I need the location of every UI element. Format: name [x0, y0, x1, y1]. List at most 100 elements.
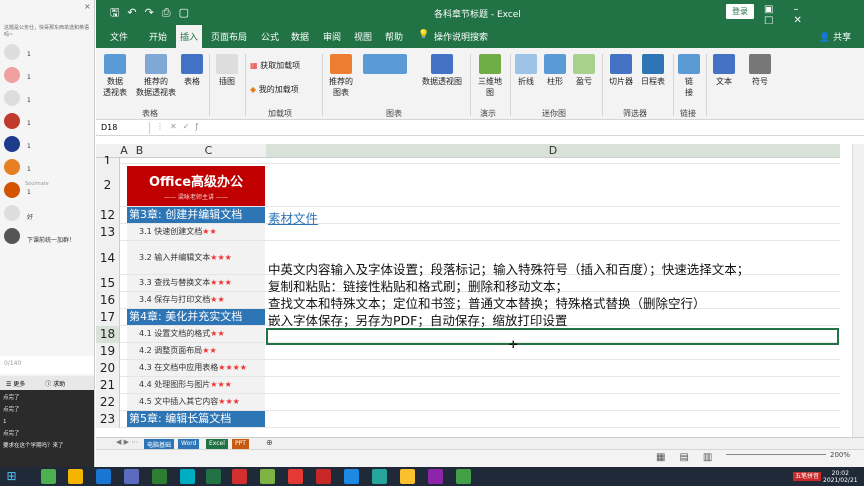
section-cell[interactable]: 4.5 文中插入其它内容★★★ [127, 394, 265, 410]
3d-map-button[interactable]: 三维地 图 [474, 54, 506, 98]
windows-start-icon[interactable]: ⊞ [4, 469, 19, 484]
tab-file[interactable]: 文件 [110, 30, 128, 43]
recommended-pivot-button[interactable]: 推荐的 数据透视表 [133, 54, 179, 98]
app-icon-13[interactable] [428, 469, 443, 484]
close-icon[interactable]: × [84, 3, 91, 11]
recommended-charts-button[interactable]: 推荐的 图表 [326, 54, 356, 98]
row-header[interactable]: 16 [96, 292, 120, 309]
formula-icons[interactable]: ⋮✕✓ƒ [156, 122, 204, 131]
row-header[interactable]: 13 [96, 224, 120, 241]
chat-input[interactable]: 0/140 [0, 356, 94, 374]
tab-view[interactable]: 视图 [354, 30, 372, 43]
row-header[interactable]: 14 [96, 241, 120, 275]
sheet-tab-computer[interactable]: 电脑基础 [144, 439, 175, 449]
app-icon-7[interactable] [260, 469, 275, 484]
app-icon-1[interactable] [41, 469, 56, 484]
app-icon-4[interactable] [152, 469, 167, 484]
sheet-tab-word[interactable]: Word [178, 439, 200, 449]
quick-access-icons[interactable]: 🖫↶↷⎙▢ [110, 4, 197, 23]
text-button[interactable]: 文本 [710, 54, 738, 87]
excel-taskbar-icon[interactable] [206, 469, 221, 484]
row-header[interactable]: 19 [96, 343, 120, 360]
zoom-slider[interactable] [726, 454, 826, 455]
row-header[interactable]: 15 [96, 275, 120, 292]
tab-page-layout[interactable]: 页面布局 [211, 30, 247, 43]
tab-home[interactable]: 开始 [149, 30, 167, 43]
app-icon-11[interactable] [372, 469, 387, 484]
row-header[interactable]: 17 [96, 309, 120, 326]
add-sheet-icon[interactable]: ⊕ [266, 438, 273, 447]
sparkline-line-button[interactable]: 折线 [514, 54, 538, 87]
chapter-cell[interactable]: 第5章: 编辑长篇文档 [127, 411, 265, 427]
pivot-chart-button[interactable]: 数据透视图 [418, 54, 466, 87]
app-icon-6[interactable] [232, 469, 247, 484]
sheet-tab-ppt[interactable]: PPT [232, 439, 249, 449]
ime-indicator[interactable]: 五笔拼音 [793, 472, 822, 481]
my-addins-button[interactable]: ◆ 我的加载项 [250, 84, 299, 95]
sheet-tab-excel[interactable]: Excel [206, 439, 228, 449]
tab-insert[interactable]: 插入 [176, 25, 203, 48]
help-button[interactable]: 求助 [53, 381, 65, 388]
section-cell[interactable]: 4.3 在文档中应用表格★★★★ [127, 360, 265, 376]
symbol-button[interactable]: 符号 [746, 54, 774, 87]
section-cell[interactable]: 3.1 快速创建文档★★ [127, 224, 265, 240]
row-header[interactable]: 18 [96, 326, 120, 343]
column-header-a[interactable]: A [120, 144, 128, 158]
chapter-cell[interactable]: 第4章: 美化并充实文档 [127, 309, 265, 325]
content-cell[interactable]: 嵌入字体保存；另存为PDF；自动保存；缩放打印设置 [268, 310, 567, 329]
selected-cell-d18[interactable] [266, 328, 839, 345]
material-link[interactable]: 素材文件 [268, 208, 318, 227]
get-addins-button[interactable]: ▦ 获取加载项 [250, 60, 300, 71]
app-icon-3[interactable] [124, 469, 139, 484]
row-header[interactable]: 12 [96, 207, 120, 224]
app-icon-2[interactable] [96, 469, 111, 484]
column-header-d[interactable]: D [266, 144, 840, 158]
timeline-button[interactable]: 日程表 [638, 54, 668, 87]
row-header[interactable]: 23 [96, 411, 120, 428]
link-button[interactable]: 链 接 [677, 54, 701, 98]
slicer-button[interactable]: 切片器 [606, 54, 636, 87]
more-button[interactable]: 更多 [13, 381, 25, 388]
tab-formulas[interactable]: 公式 [261, 30, 279, 43]
name-box[interactable]: D18 [98, 122, 150, 134]
illustrations-button[interactable]: 插图 [214, 54, 240, 87]
section-cell[interactable]: 3.2 输入并编辑文本★★★ [127, 241, 265, 274]
share-button[interactable]: 👤 共享 [819, 30, 851, 43]
row-header[interactable]: 2 [96, 164, 120, 207]
section-cell[interactable]: 3.4 保存与打印文档★★ [127, 292, 265, 308]
table-button[interactable]: 表格 [181, 54, 203, 87]
login-button[interactable]: 登录 [726, 4, 754, 19]
clock[interactable]: 20:02 2021/02/21 [823, 470, 858, 484]
vertical-scrollbar[interactable] [852, 144, 864, 437]
row-header[interactable]: 20 [96, 360, 120, 377]
sparkline-column-button[interactable]: 柱形 [543, 54, 567, 87]
section-cell[interactable]: 4.1 设置文档的格式★★ [127, 326, 265, 342]
window-controls[interactable]: ▣–□✕ [764, 4, 864, 26]
row-header[interactable]: 22 [96, 394, 120, 411]
tab-help[interactable]: 帮助 [385, 30, 403, 43]
pivot-table-button[interactable]: 数据 透视表 [100, 54, 130, 98]
column-header-b[interactable]: B [128, 144, 151, 158]
row-header[interactable]: 21 [96, 377, 120, 394]
app-icon-5[interactable] [180, 469, 195, 484]
app-icon-8[interactable] [288, 469, 303, 484]
sparkline-winloss-button[interactable]: 盈亏 [572, 54, 596, 87]
section-cell[interactable]: 4.2 调整页面布局★★ [127, 343, 265, 359]
column-header-c[interactable]: C [151, 144, 266, 158]
chapter-cell[interactable]: 第3章: 创建并编辑文档 [127, 207, 265, 223]
app-icon-14[interactable] [456, 469, 471, 484]
app-icon-9[interactable] [316, 469, 331, 484]
app-icon-12[interactable] [400, 469, 415, 484]
sheet-nav-icons[interactable]: ◀ ▶ ⋯ [116, 438, 138, 446]
chart-types-group[interactable] [360, 54, 410, 76]
app-icon-10[interactable] [344, 469, 359, 484]
zoom-level[interactable]: 200% [830, 451, 850, 459]
tell-me-search[interactable]: 操作说明搜索 [434, 30, 488, 43]
help-icon[interactable]: ⓘ [45, 381, 53, 388]
tab-review[interactable]: 审阅 [323, 30, 341, 43]
section-cell[interactable]: 4.4 处理图形与图片★★★ [127, 377, 265, 393]
browser-icon[interactable] [68, 469, 83, 484]
section-cell[interactable]: 3.3 查找与替换文本★★★ [127, 275, 265, 291]
tab-data[interactable]: 数据 [291, 30, 309, 43]
view-buttons[interactable]: ▦▤▥ [656, 452, 726, 463]
